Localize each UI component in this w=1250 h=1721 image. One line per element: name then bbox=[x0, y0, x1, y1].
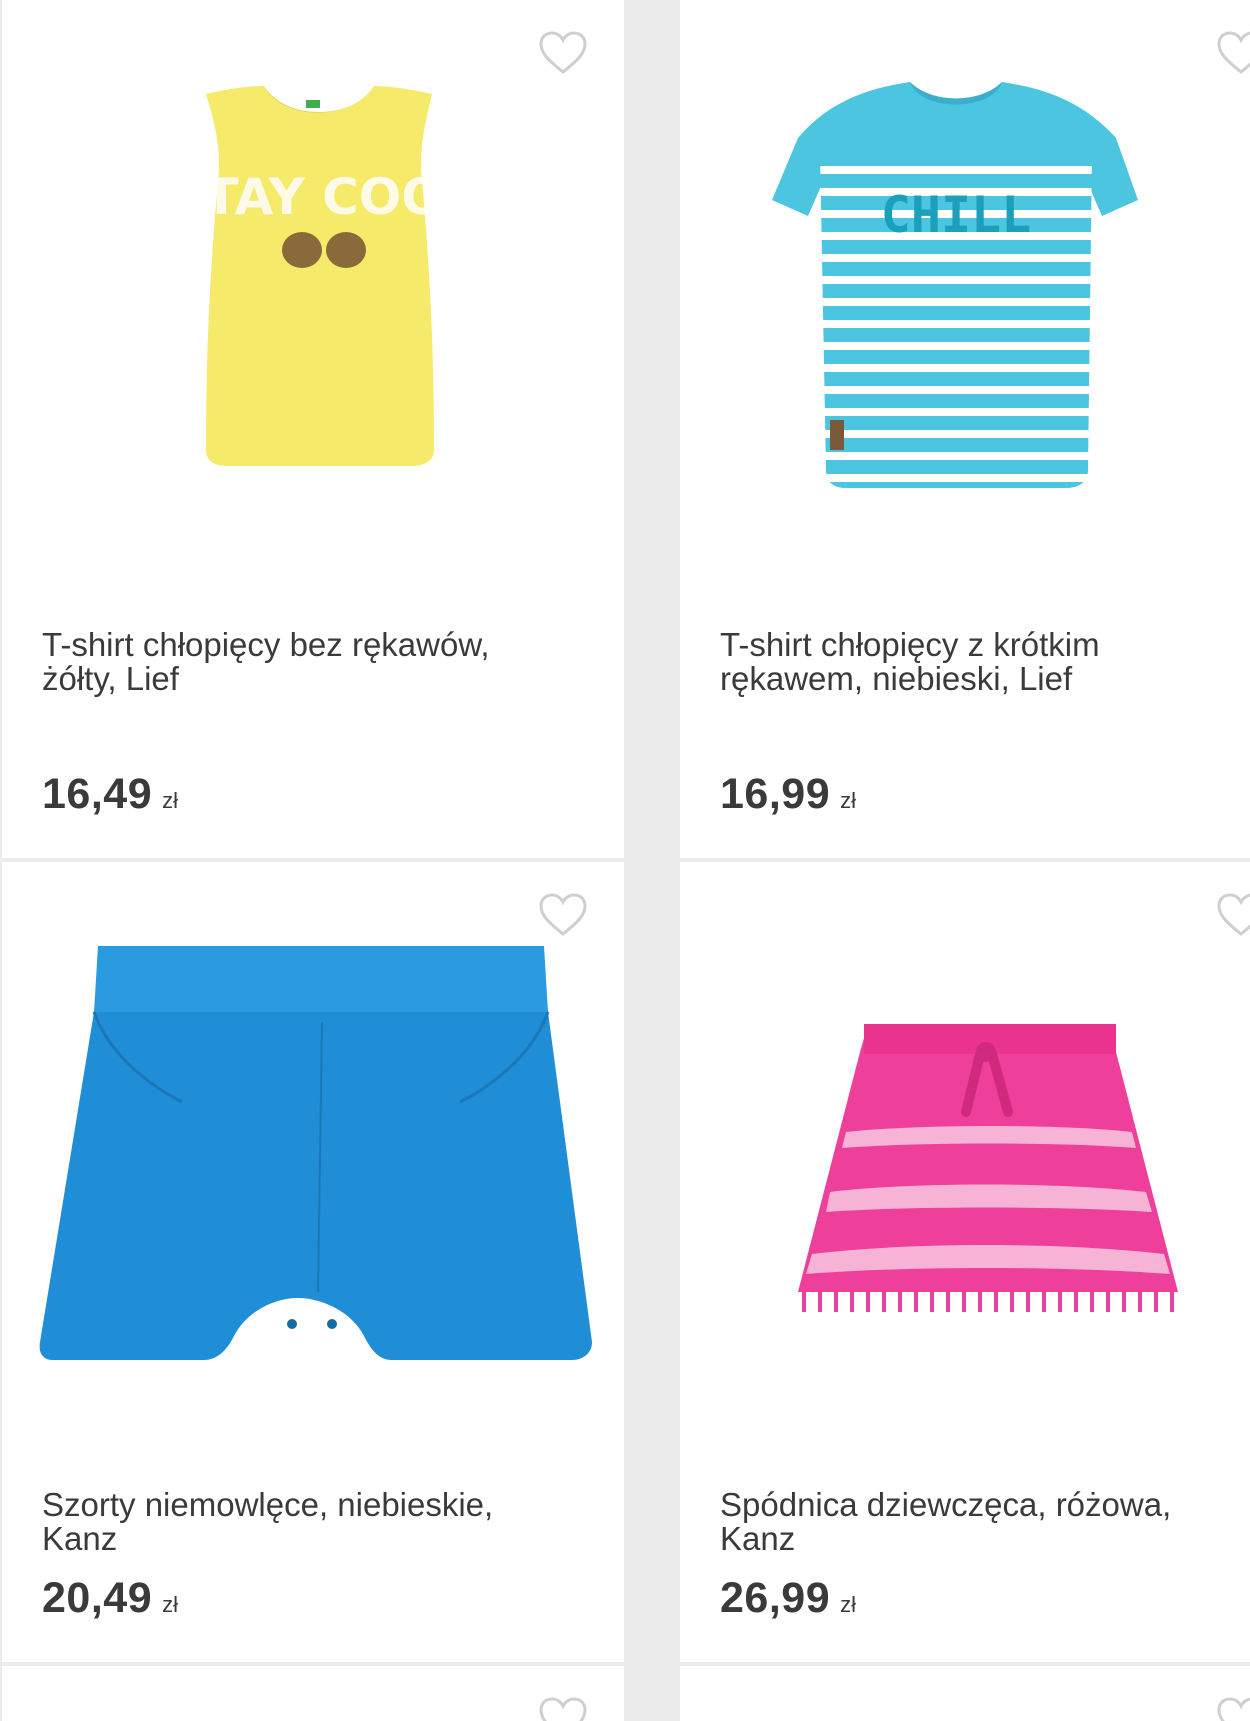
price-amount: 20,49 bbox=[42, 1574, 153, 1622]
product-card[interactable] bbox=[2, 1666, 624, 1721]
product-card[interactable] bbox=[680, 1666, 1250, 1721]
product-image[interactable]: STAY COOL bbox=[2, 0, 622, 560]
product-name[interactable]: Szorty niemowlęce, niebieskie, Kanz bbox=[42, 1488, 562, 1556]
image-print-text: CHILL bbox=[881, 186, 1032, 244]
product-price: 26,99 zł bbox=[720, 1574, 856, 1623]
product-price: 20,49 zł bbox=[42, 1574, 178, 1623]
product-name[interactable]: T-shirt chłopięcy bez rękawów, żółty, Li… bbox=[42, 628, 562, 696]
product-card[interactable]: STAY COOL T-shirt chłopięcy bez rękawów,… bbox=[2, 0, 624, 858]
price-currency: zł bbox=[840, 788, 856, 813]
price-currency: zł bbox=[162, 1592, 178, 1617]
product-image[interactable] bbox=[2, 862, 622, 1422]
price-amount: 16,49 bbox=[42, 770, 153, 818]
price-amount: 26,99 bbox=[720, 1574, 831, 1622]
price-currency: zł bbox=[840, 1592, 856, 1617]
image-print-text: STAY COOL bbox=[168, 168, 475, 226]
product-price: 16,99 zł bbox=[720, 770, 856, 819]
product-name[interactable]: T-shirt chłopięcy z krótkim rękawem, nie… bbox=[720, 628, 1240, 696]
product-card[interactable]: Szorty niemowlęce, niebieskie, Kanz 20,4… bbox=[2, 862, 624, 1662]
product-card[interactable]: Spódnica dziewczęca, różowa, Kanz 26,99 z… bbox=[680, 862, 1250, 1662]
product-image[interactable]: CHILL bbox=[680, 0, 1250, 560]
product-price: 16,49 zł bbox=[42, 770, 178, 819]
product-card[interactable]: CHILL T-shirt chłopięcy z krótkim rękawe… bbox=[680, 0, 1250, 858]
price-amount: 16,99 bbox=[720, 770, 831, 818]
product-grid: STAY COOL T-shirt chłopięcy bez rękawów,… bbox=[0, 0, 1250, 1721]
price-currency: zł bbox=[162, 788, 178, 813]
product-name[interactable]: Spódnica dziewczęca, różowa, Kanz bbox=[720, 1488, 1240, 1556]
heart-outline-icon[interactable] bbox=[1216, 1696, 1250, 1721]
heart-outline-icon[interactable] bbox=[538, 1696, 588, 1721]
product-image[interactable] bbox=[680, 862, 1250, 1422]
